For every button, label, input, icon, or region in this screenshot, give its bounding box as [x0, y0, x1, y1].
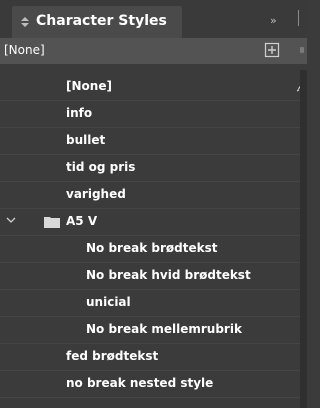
list-item-style[interactable]: No break mellemrubrik — [0, 317, 300, 344]
list-item-style[interactable]: bullet — [0, 128, 300, 155]
style-label: [None] — [66, 79, 112, 93]
style-label: fed brødtekst — [66, 349, 159, 363]
style-label: bullet — [66, 133, 106, 147]
list-item-style[interactable]: No break brødtekst — [0, 236, 300, 263]
list-item-style[interactable]: fed brødtekst — [0, 344, 300, 371]
style-label: no break nested style — [66, 376, 214, 390]
current-style-row: [None] — [0, 38, 307, 64]
diamond-arrows-icon — [21, 17, 29, 27]
style-label: varighed — [66, 187, 126, 201]
list-item-style[interactable]: No break hvid brødtekst — [0, 263, 300, 290]
list-item-style[interactable]: no break nested style — [0, 371, 300, 398]
character-styles-panel: Character Styles » [None] [None] info bu… — [0, 0, 307, 408]
current-style-label: [None] — [4, 43, 45, 57]
style-label: tid og pris — [66, 160, 136, 174]
folder-icon — [44, 217, 60, 228]
list-item-style[interactable]: tid og pris — [0, 155, 300, 182]
chevron-down-icon[interactable] — [6, 216, 16, 224]
panel-edge-divider — [298, 10, 299, 26]
style-label: No break hvid brødtekst — [86, 268, 251, 282]
new-style-icon[interactable] — [264, 42, 280, 58]
group-label: A5 V — [66, 214, 98, 228]
panel-titlebar: Character Styles » — [0, 0, 307, 38]
double-chevron-right-icon[interactable]: » — [270, 14, 277, 27]
panel-scroll-edge[interactable] — [300, 70, 307, 408]
panel-title: Character Styles — [36, 13, 167, 29]
list-item-style[interactable]: info — [0, 101, 300, 128]
list-item-style[interactable]: varighed — [0, 182, 300, 209]
style-label: No break brødtekst — [86, 241, 218, 255]
style-group-a5-v[interactable]: A5 V — [0, 209, 300, 236]
list-item-style[interactable]: [None] — [0, 74, 306, 101]
panel-edge-handle — [300, 47, 304, 53]
style-label: unicial — [86, 295, 131, 309]
list-item-style[interactable]: unicial — [0, 290, 300, 317]
style-label: No break mellemrubrik — [86, 322, 242, 336]
style-label: info — [66, 106, 93, 120]
styles-list: [None] info bullet tid og pris varighed … — [0, 74, 307, 398]
tab-character-styles[interactable]: Character Styles — [12, 6, 182, 38]
